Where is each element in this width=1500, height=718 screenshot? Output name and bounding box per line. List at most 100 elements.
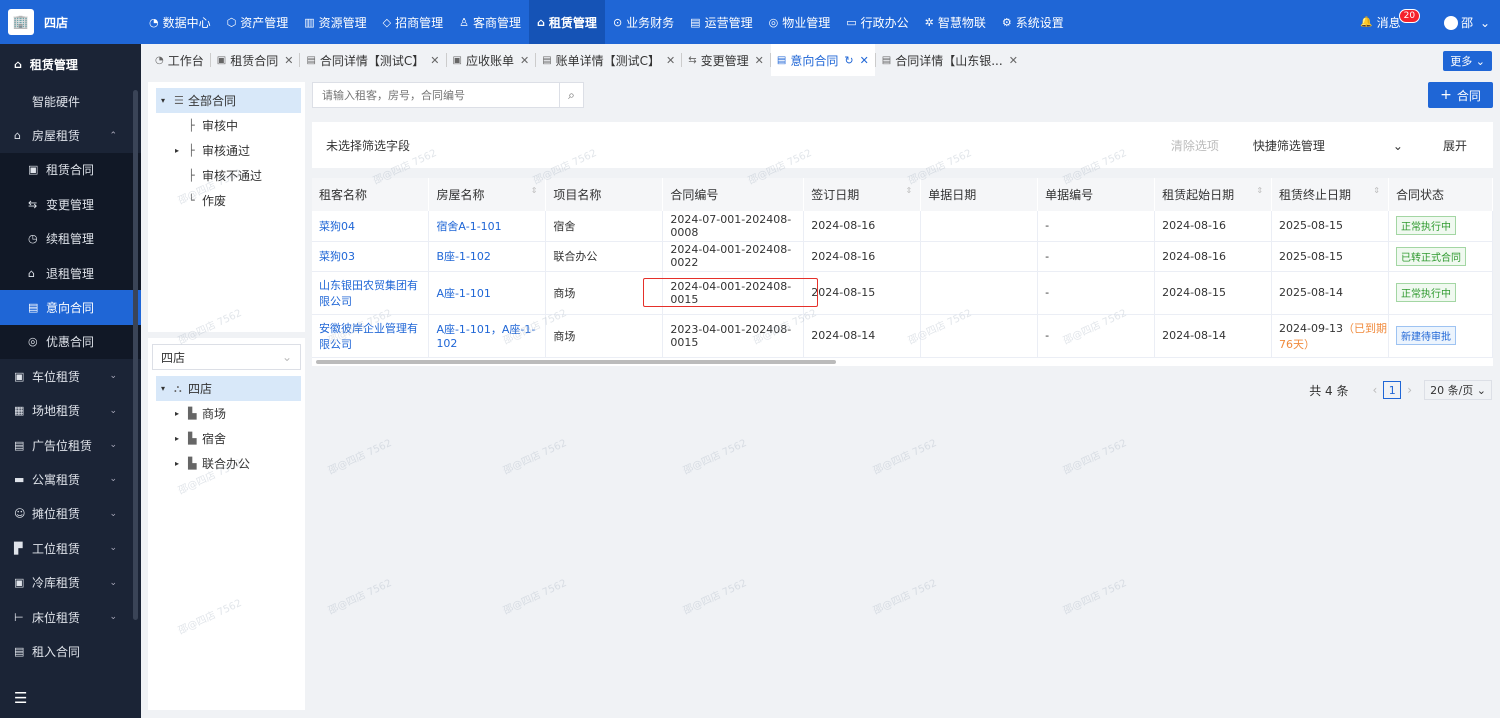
prev-page-icon[interactable]: ‹ xyxy=(1372,383,1377,397)
expand-icon[interactable]: ▸ xyxy=(170,459,184,468)
nav-item-8[interactable]: ◎ 物业管理 xyxy=(761,0,839,44)
tab-7[interactable]: ▤ 合同详情【山东银... ✕ xyxy=(876,44,1024,76)
sidebar-item-14[interactable]: ▣ 冷库租赁 ⌄ xyxy=(0,565,141,599)
expand-icon[interactable]: ▸ xyxy=(170,146,184,155)
sidebar-item-2[interactable]: ▣ 租赁合同 xyxy=(0,152,141,188)
sidebar-item-15[interactable]: ⊢ 床位租赁 ⌄ xyxy=(0,600,141,634)
refresh-icon[interactable]: ↻ xyxy=(844,54,853,67)
cell-value[interactable]: 菜狗04 xyxy=(319,220,355,233)
tree-node-status-0[interactable]: ├ 审核中 xyxy=(156,113,301,138)
column-header-8[interactable]: 租赁终止日期 ⇕ xyxy=(1271,178,1389,211)
cell-value[interactable]: A座-1-101，A座-1-102 xyxy=(436,323,535,350)
quick-filter-manage-button[interactable]: 快捷筛选管理 xyxy=(1253,137,1325,154)
tab-0[interactable]: ◔ 工作台 xyxy=(149,44,210,76)
nav-item-1[interactable]: ⬡ 资产管理 xyxy=(219,0,297,44)
sort-icon[interactable]: ⇕ xyxy=(1373,186,1380,195)
close-icon[interactable]: ✕ xyxy=(1009,54,1018,67)
nav-item-2[interactable]: ▥ 资源管理 xyxy=(296,0,374,44)
nav-item-3[interactable]: ◇ 招商管理 xyxy=(375,0,451,44)
expand-icon[interactable]: ▸ xyxy=(170,409,184,418)
column-header-0[interactable]: 租客名称 xyxy=(312,178,430,211)
nav-item-0[interactable]: ◔ 数据中心 xyxy=(141,0,219,44)
tree-node-building-1[interactable]: ▸ ▙ 宿舍 xyxy=(156,426,301,451)
sidebar-item-0[interactable]: 智能硬件 xyxy=(0,84,141,118)
tab-3[interactable]: ▣ 应收账单 ✕ xyxy=(447,44,536,76)
column-header-1[interactable]: 房屋名称 ⇕ xyxy=(428,178,547,211)
close-icon[interactable]: ✕ xyxy=(860,54,869,67)
sidebar-item-3[interactable]: ⇆ 变更管理 xyxy=(0,187,141,222)
messages-link[interactable]: 消息 xyxy=(1377,14,1401,31)
sidebar-scrollbar[interactable] xyxy=(133,90,138,620)
cell-value[interactable]: 安徽彼岸企业管理有限公司 xyxy=(319,322,418,351)
table-horizontal-scrollbar[interactable] xyxy=(316,360,836,364)
sidebar-item-1[interactable]: ⌂ 房屋租赁 ⌃ xyxy=(0,118,141,152)
tab-2[interactable]: ▤ 合同详情【测试C】 ✕ xyxy=(300,44,445,76)
column-header-9[interactable]: 合同状态 xyxy=(1388,178,1493,211)
column-header-4[interactable]: 签订日期 ⇕ xyxy=(803,178,922,211)
tree-node-status-2[interactable]: ├ 审核不通过 xyxy=(156,163,301,188)
close-icon[interactable]: ✕ xyxy=(755,54,764,67)
cell-value[interactable]: A座-1-101 xyxy=(436,287,490,300)
sidebar-item-13[interactable]: ▛ 工位租赁 ⌄ xyxy=(0,531,141,565)
nav-item-7[interactable]: ▤ 运营管理 xyxy=(682,0,760,44)
table-row[interactable]: 菜狗03 B座-1-102 联合办公 2024-04-001-202408-0022 2… xyxy=(312,241,1493,272)
store-select[interactable]: 四店 ⌄ xyxy=(152,344,301,370)
column-header-5[interactable]: 单据日期 xyxy=(920,178,1039,211)
sidebar-item-11[interactable]: ▬ 公寓租赁 ⌄ xyxy=(0,462,141,496)
collapse-menu-icon[interactable]: ☰ xyxy=(0,678,141,718)
tab-6[interactable]: ▤ 意向合同 ↻ ✕ xyxy=(770,44,875,76)
tab-1[interactable]: ▣ 租赁合同 ✕ xyxy=(211,44,300,76)
expand-icon[interactable]: ▸ xyxy=(170,434,184,443)
close-icon[interactable]: ✕ xyxy=(520,54,529,67)
page-size-select[interactable]: 20 条/页 ⌄ xyxy=(1424,380,1492,400)
sort-icon[interactable]: ⇕ xyxy=(906,186,913,195)
sidebar-item-9[interactable]: ▦ 场地租赁 ⌄ xyxy=(0,394,141,428)
nav-item-5[interactable]: ⌂ 租赁管理 xyxy=(529,0,605,44)
column-header-7[interactable]: 租赁起始日期 ⇕ xyxy=(1154,178,1273,211)
tab-4[interactable]: ▤ 账单详情【测试C】 ✕ xyxy=(536,44,681,76)
nav-item-9[interactable]: ▭ 行政办公 xyxy=(838,0,916,44)
tree-node-status-3[interactable]: └ 作废 xyxy=(156,188,301,213)
column-header-6[interactable]: 单据编号 xyxy=(1037,178,1156,211)
expand-filter-button[interactable]: ⌄ 展开 xyxy=(1359,137,1467,154)
sidebar-item-8[interactable]: ▣ 车位租赁 ⌄ xyxy=(0,359,141,393)
sidebar-item-6[interactable]: ▤ 意向合同 xyxy=(0,290,141,325)
page-number[interactable]: 1 xyxy=(1383,381,1402,399)
sidebar-item-7[interactable]: ◎ 优惠合同 xyxy=(0,324,141,360)
tree-node-building-2[interactable]: ▸ ▙ 联合办公 xyxy=(156,451,301,476)
sidebar-item-5[interactable]: ⌂ 退租管理 xyxy=(0,255,141,291)
cell-value[interactable]: B座-1-102 xyxy=(436,250,490,263)
nav-item-11[interactable]: ⚙ 系统设置 xyxy=(994,0,1072,44)
sort-icon[interactable]: ⇕ xyxy=(1256,186,1263,195)
table-row[interactable]: 安徽彼岸企业管理有限公司 A座-1-101，A座-1-102 商场 2023-04-0… xyxy=(312,314,1493,358)
user-menu[interactable]: 邵 ⌄ xyxy=(1444,14,1490,31)
bell-icon[interactable]: 🔔 xyxy=(1360,17,1372,28)
sort-icon[interactable]: ⇕ xyxy=(531,186,538,195)
close-icon[interactable]: ✕ xyxy=(666,54,675,67)
close-icon[interactable]: ✕ xyxy=(284,54,293,67)
sidebar-item-16[interactable]: ▤ 租入合同 xyxy=(0,634,141,668)
nav-item-10[interactable]: ✲ 智慧物联 xyxy=(917,0,994,44)
column-header-2[interactable]: 项目名称 xyxy=(545,178,664,211)
table-row[interactable]: 山东银田农贸集团有限公司 A座-1-101 商场 2024-04-001-202408… xyxy=(312,271,1493,315)
expand-icon[interactable]: ▾ xyxy=(156,384,170,393)
more-tabs-button[interactable]: 更多 ⌄ xyxy=(1443,51,1492,71)
tree-node-all[interactable]: ▾ ☰ 全部合同 xyxy=(156,88,301,113)
search-input[interactable] xyxy=(313,83,559,107)
nav-item-6[interactable]: ⊙ 业务财务 xyxy=(605,0,682,44)
sidebar-item-10[interactable]: ▤ 广告位租赁 ⌄ xyxy=(0,428,141,462)
search-icon[interactable]: ⌕ xyxy=(559,83,583,107)
tab-5[interactable]: ⇆ 变更管理 ✕ xyxy=(682,44,770,76)
table-row[interactable]: 菜狗04 宿舍A-1-101 宿舍 2024-07-001-202408-0008 20… xyxy=(312,211,1493,242)
tree-node-building-0[interactable]: ▸ ▙ 商场 xyxy=(156,401,301,426)
nav-item-4[interactable]: ♙ 客商管理 xyxy=(451,0,529,44)
cell-value[interactable]: 山东银田农贸集团有限公司 xyxy=(319,279,418,308)
tree-node-status-1[interactable]: ▸ ├ 审核通过 xyxy=(156,138,301,163)
clear-filters-button[interactable]: 清除选项 xyxy=(1171,137,1219,154)
add-contract-button[interactable]: + 合同 xyxy=(1428,82,1493,108)
tree-node-store[interactable]: ▾ ⛬ 四店 xyxy=(156,376,301,401)
sidebar-item-4[interactable]: ◷ 续租管理 xyxy=(0,221,141,256)
close-icon[interactable]: ✕ xyxy=(430,54,439,67)
column-header-3[interactable]: 合同编号 xyxy=(662,178,805,211)
app-logo[interactable]: 🏢 四店 xyxy=(0,0,141,44)
